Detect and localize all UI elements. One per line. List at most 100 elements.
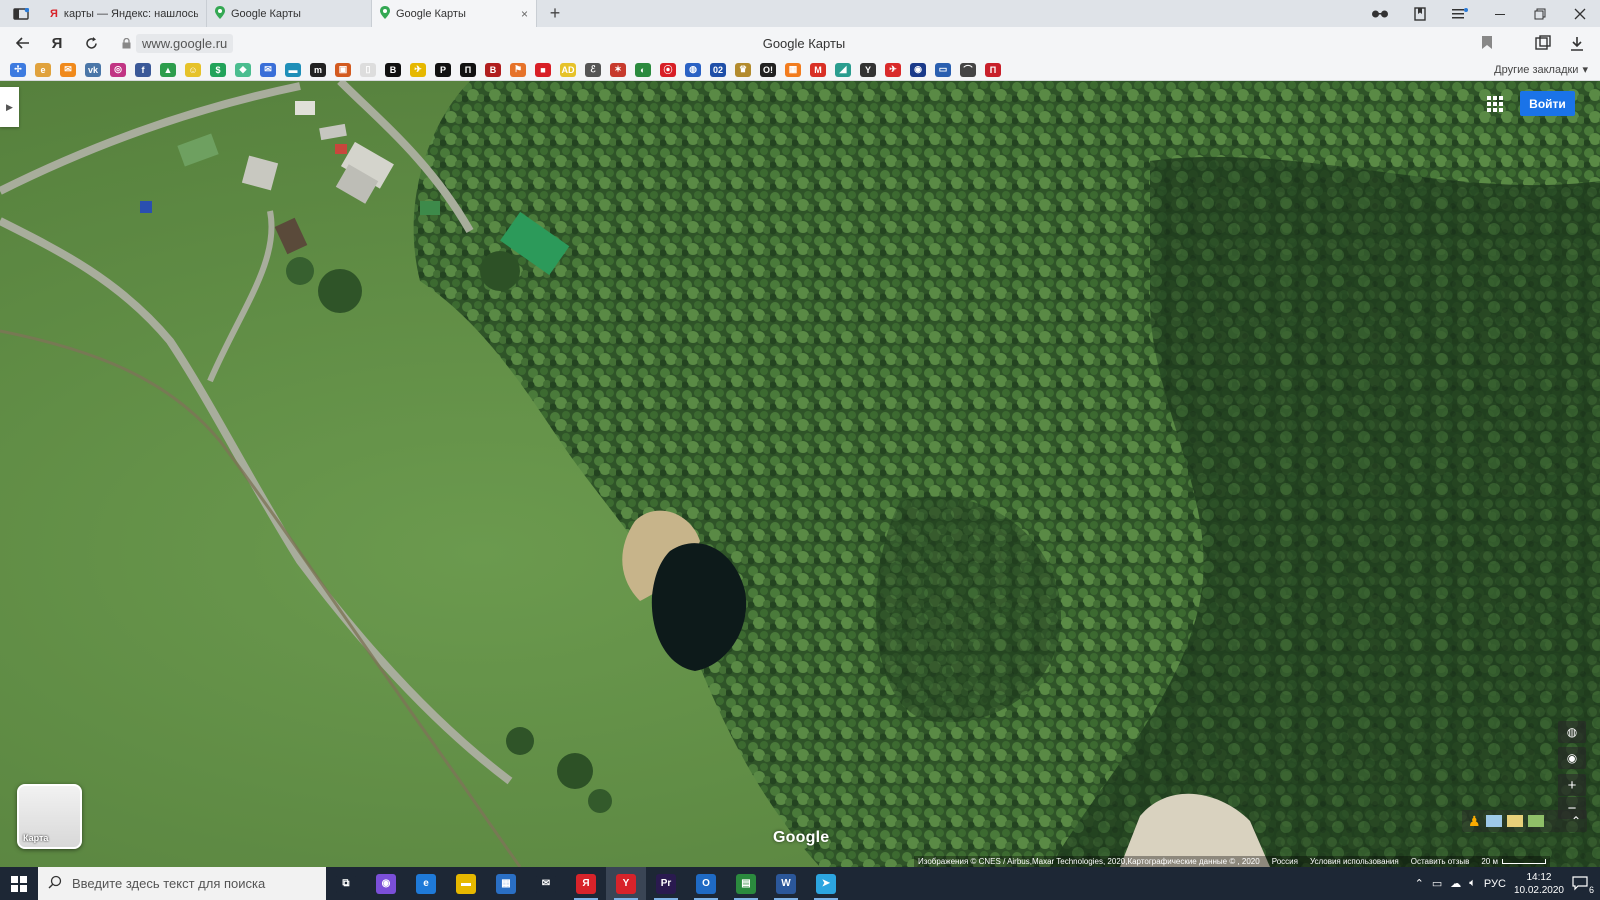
eagle-icon[interactable]: ♛: [735, 62, 751, 77]
spreadsheet-taskbar-button[interactable]: ▤: [726, 867, 766, 900]
network-icon[interactable]: ▭: [1432, 877, 1442, 890]
vk-icon[interactable]: vk: [85, 62, 101, 77]
expand-sidebar-icon[interactable]: ▶: [0, 87, 19, 127]
yandex-taskbar-button[interactable]: Я: [566, 867, 606, 900]
card-icon[interactable]: ▬: [285, 62, 301, 77]
layer-thumb-satellite-icon[interactable]: [1527, 815, 1544, 827]
m-icon[interactable]: m: [310, 62, 326, 77]
facebook-icon[interactable]: f: [135, 62, 151, 77]
pillar-icon[interactable]: Π: [985, 62, 1001, 77]
ad-icon[interactable]: AD: [560, 62, 576, 77]
back-arrow-icon[interactable]: [6, 27, 40, 59]
layer-thumb-map-icon[interactable]: [1485, 815, 1502, 827]
google-apps-icon[interactable]: [1483, 92, 1507, 116]
url-field[interactable]: www.google.ru Google Карты: [116, 32, 1492, 55]
explorer-taskbar-button[interactable]: ▬: [446, 867, 486, 900]
b-icon[interactable]: B: [385, 62, 401, 77]
telegram-taskbar-button[interactable]: ➤: [806, 867, 846, 900]
o-icon[interactable]: ◉: [910, 62, 926, 77]
map-icon[interactable]: ◢: [835, 62, 851, 77]
bird-icon[interactable]: ✈: [885, 62, 901, 77]
scale-indicator[interactable]: 20 м: [1481, 857, 1546, 866]
money-icon[interactable]: $: [210, 62, 226, 77]
word-taskbar-button[interactable]: W: [766, 867, 806, 900]
lock-icon[interactable]: [116, 38, 136, 49]
tab-google-maps-1[interactable]: Google Карты: [207, 0, 372, 27]
doc-icon[interactable]: ▯: [360, 62, 376, 77]
reload-icon[interactable]: [74, 27, 108, 59]
radio-icon[interactable]: ⦿: [660, 62, 676, 77]
show-hidden-icons-icon[interactable]: ⌃: [1415, 877, 1424, 890]
outlook-taskbar-button[interactable]: O: [686, 867, 726, 900]
close-tab-icon[interactable]: ×: [521, 7, 528, 21]
premiere-taskbar-button[interactable]: Pr: [646, 867, 686, 900]
protect-icon[interactable]: [1526, 27, 1560, 59]
pegman-icon[interactable]: ♟: [1468, 813, 1481, 830]
map-canvas[interactable]: ▶ Войти Карта Google ◍ ◉ + − ♟ ⌃ Изображ…: [0, 81, 1600, 867]
orange-icon[interactable]: ▦: [785, 62, 801, 77]
edge-icon[interactable]: e: [35, 62, 51, 77]
red-square-icon[interactable]: ■: [535, 62, 551, 77]
notifications-icon[interactable]: 6: [1572, 875, 1594, 895]
smile-icon[interactable]: ☺: [185, 62, 201, 77]
cortana-taskbar-button[interactable]: ◉: [366, 867, 406, 900]
windows-start-icon[interactable]: [0, 867, 38, 900]
my-location-icon[interactable]: ◉: [1558, 747, 1586, 769]
layer-thumb-terrain-icon[interactable]: [1506, 815, 1523, 827]
globe-icon[interactable]: ◍: [685, 62, 701, 77]
tv-icon[interactable]: ▭: [935, 62, 951, 77]
torch-icon[interactable]: ⚑: [510, 62, 526, 77]
gmail-icon[interactable]: M: [810, 62, 826, 77]
pi-icon[interactable]: П: [460, 62, 476, 77]
satellite-imagery[interactable]: [0, 81, 1600, 867]
volume-icon[interactable]: 🔈︎: [1469, 877, 1476, 890]
bookmark-icon[interactable]: [1482, 35, 1492, 52]
new-tab-button[interactable]: +: [537, 0, 573, 27]
store-taskbar-button[interactable]: ▦: [486, 867, 526, 900]
region-link[interactable]: Россия: [1272, 857, 1298, 866]
star-icon[interactable]: ✶: [610, 62, 626, 77]
ok-icon[interactable]: O!: [760, 62, 776, 77]
photo-icon[interactable]: ▣: [335, 62, 351, 77]
o2-icon[interactable]: 02: [710, 62, 726, 77]
close-window-icon[interactable]: [1560, 0, 1600, 27]
url-text[interactable]: www.google.ru: [136, 34, 234, 53]
bridge-icon[interactable]: ⌒: [960, 62, 976, 77]
other-bookmarks-button[interactable]: Другие закладки ▾: [1494, 63, 1588, 77]
tab-yandex-search[interactable]: Я карты — Яндекс: нашлось: [42, 0, 207, 27]
bookmarks-panel-icon[interactable]: [1400, 0, 1440, 27]
tab-google-maps-2[interactable]: Google Карты ×: [372, 0, 537, 27]
incognito-glasses-icon[interactable]: [1360, 0, 1400, 27]
extension-icon[interactable]: ✢: [10, 62, 26, 77]
edge-taskbar-button[interactable]: e: [406, 867, 446, 900]
signin-button[interactable]: Войти: [1520, 91, 1575, 116]
download-icon[interactable]: [1560, 27, 1594, 59]
plane-icon[interactable]: ✈: [410, 62, 426, 77]
clock[interactable]: 14:12 10.02.2020: [1514, 871, 1564, 897]
zoom-in-button[interactable]: +: [1558, 774, 1586, 796]
feedback-link[interactable]: Оставить отзыв: [1411, 857, 1470, 866]
taskbar-search-field[interactable]: Введите здесь текст для поиска: [38, 867, 326, 900]
terms-link[interactable]: Условия использования: [1310, 857, 1399, 866]
onedrive-icon[interactable]: ☁: [1450, 877, 1461, 890]
task-view-taskbar-button[interactable]: ⧉: [326, 867, 366, 900]
minimize-icon[interactable]: [1480, 0, 1520, 27]
diamond-icon[interactable]: ◆: [235, 62, 251, 77]
yandex-browser-taskbar-button[interactable]: Y: [606, 867, 646, 900]
y-icon[interactable]: Y: [860, 62, 876, 77]
mail-taskbar-button[interactable]: ✉: [526, 867, 566, 900]
globe-icon[interactable]: ◍: [1558, 721, 1586, 743]
letter-icon[interactable]: ✉: [260, 62, 276, 77]
mail-icon[interactable]: ✉: [60, 62, 76, 77]
v-icon[interactable]: B: [485, 62, 501, 77]
menu-icon[interactable]: [1440, 0, 1480, 27]
p-icon[interactable]: P: [435, 62, 451, 77]
yandex-home-button[interactable]: Я: [40, 27, 74, 59]
map-layer-switch[interactable]: Карта: [17, 784, 82, 849]
chevron-up-icon[interactable]: ⌃: [1571, 814, 1581, 828]
flag-icon[interactable]: ◐: [635, 62, 651, 77]
tabs-menu-icon[interactable]: [0, 0, 42, 27]
leaf-icon[interactable]: ℰ: [585, 62, 601, 77]
drive-icon[interactable]: ▲: [160, 62, 176, 77]
instagram-icon[interactable]: ◎: [110, 62, 126, 77]
